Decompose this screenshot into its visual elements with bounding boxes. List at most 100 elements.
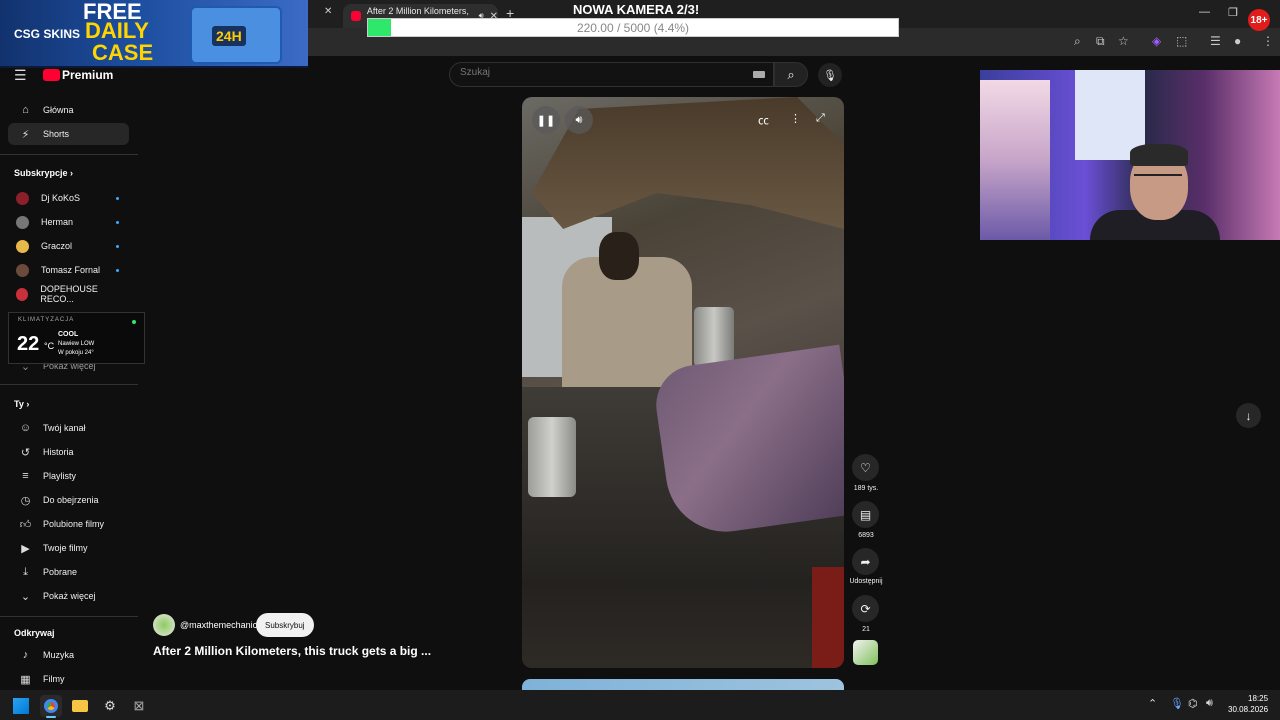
youtube-premium-logo[interactable]: Premium — [62, 68, 113, 82]
active-app-indicator — [46, 716, 56, 718]
more-options-icon[interactable]: ⋮ — [790, 112, 801, 125]
sidebar-item-label: Polubione filmy — [43, 519, 105, 529]
profile-avatar-icon[interactable]: ● — [1234, 34, 1241, 48]
close-tab-icon[interactable]: ✕ — [324, 6, 332, 17]
short-video-player[interactable] — [522, 97, 844, 668]
tray-chevron-icon[interactable]: ⌃ — [1148, 697, 1157, 710]
ac-weather-widget: KLIMATYZACJA 22 °C COOL Nawiew LOW W pok… — [8, 312, 145, 364]
goal-progress-bar: 220.00 / 5000 (4.4%) — [367, 18, 899, 37]
sidebar-divider — [0, 616, 138, 617]
minimize-icon[interactable]: — — [1199, 6, 1210, 18]
shorts-icon: ⚡︎ — [21, 128, 30, 141]
search-box[interactable] — [449, 62, 774, 87]
sidebar-item-label: Pokaż więcej — [43, 591, 96, 601]
next-short-button[interactable]: ↓ — [1236, 403, 1261, 428]
ad-banner[interactable]: CSG SKINS FREE DAILY CASE 24H — [0, 0, 308, 68]
you-heading-label: Ty — [14, 399, 24, 409]
sidebar-sub-item[interactable]: DOPEHOUSE RECO... — [8, 283, 129, 305]
extensions-puzzle-icon[interactable]: ⬚ — [1176, 34, 1187, 48]
clock-time[interactable]: 18:25 — [1248, 694, 1268, 703]
bookmark-star-icon[interactable]: ☆ — [1118, 34, 1129, 48]
like-button[interactable]: ♡ — [852, 454, 879, 481]
sidebar-item-playlists[interactable]: ≡ Playlisty — [8, 465, 129, 487]
subscriptions-heading[interactable]: Subskrypcje › — [14, 168, 73, 178]
app-icon: ⊠ — [133, 698, 145, 713]
sidebar-item-label: Playlisty — [43, 471, 77, 481]
channel-avatar[interactable] — [153, 614, 175, 636]
sidebar-item-music[interactable]: ♪ Muzyka — [8, 644, 129, 666]
video-frame — [528, 417, 576, 497]
sidebar-item-your-videos[interactable]: ▶ Twoje filmy — [8, 537, 129, 559]
restore-icon[interactable]: ❐ — [1228, 6, 1238, 19]
sidebar-item-history[interactable]: ↺ Historia — [8, 441, 129, 463]
comments-button[interactable]: ▤ — [852, 501, 879, 528]
chevron-down-icon: ⌄ — [20, 590, 31, 603]
widget-temperature: 22 — [17, 333, 40, 355]
arrow-down-icon: ↓ — [1245, 408, 1252, 423]
history-icon: ↺ — [20, 446, 31, 459]
music-icon: ♪ — [22, 649, 29, 661]
remix-button[interactable]: ⟳ — [852, 595, 879, 622]
keyboard-icon[interactable] — [753, 71, 765, 78]
channel-name[interactable]: @maxthemechanic — [180, 620, 257, 630]
short-title[interactable]: After 2 Million Kilometers, this truck g… — [153, 644, 431, 658]
sidebar-item-watch-later[interactable]: ◷ Do obejrzenia — [8, 489, 129, 511]
search-input[interactable] — [460, 67, 660, 78]
sidebar-sub-item[interactable]: Herman — [8, 211, 129, 233]
folder-icon — [72, 700, 88, 712]
subscribe-button[interactable]: Subskrybuj — [256, 613, 314, 637]
sidebar-sub-item[interactable]: Tomasz Fornal — [8, 259, 129, 281]
captions-icon[interactable]: ㏄ — [758, 112, 769, 128]
network-icon[interactable]: ⌬ — [1188, 697, 1198, 710]
sidebar-item-liked[interactable]: 👍︎ Polubione filmy — [8, 513, 129, 535]
video-frame — [651, 344, 844, 540]
extension-icon[interactable]: ◈ — [1152, 34, 1161, 48]
sidebar-sub-item[interactable]: Graczol — [8, 235, 129, 257]
sidebar-item-label: Historia — [43, 447, 74, 457]
hamburger-menu-icon[interactable]: ☰ — [14, 67, 27, 84]
taskbar-chrome[interactable] — [40, 695, 62, 717]
taskbar-app[interactable]: ⊠ — [128, 695, 150, 717]
subscriptions-heading-label: Subskrypcje — [14, 168, 68, 178]
you-heading[interactable]: Ty › — [14, 399, 29, 409]
taskbar-app[interactable]: ⚙ — [99, 695, 121, 717]
explore-heading: Odkrywaj — [14, 628, 55, 638]
sound-thumbnail[interactable] — [853, 640, 878, 665]
sidebar-item-label: Tomasz Fornal — [41, 265, 101, 275]
windows-logo-icon — [13, 698, 29, 714]
pause-button[interactable]: ❚❚ — [532, 106, 560, 134]
sidebar-item-show-more[interactable]: ⌄ Pokaż więcej — [8, 585, 129, 607]
tray-microphone-icon[interactable]: 🎙︎ — [1170, 697, 1184, 710]
widget-room-temp: W pokoju 24° — [58, 350, 94, 356]
clock-date[interactable]: 30.08.2026 — [1228, 705, 1268, 714]
heart-icon: ♡ — [860, 460, 871, 475]
taskbar-file-explorer[interactable] — [69, 695, 91, 717]
sidebar-item-shorts[interactable]: ⚡︎ Shorts — [8, 123, 129, 145]
sidebar-sub-item[interactable]: Dj KoKoS — [8, 187, 129, 209]
start-button[interactable] — [10, 695, 32, 717]
sidebar-item-films[interactable]: ▦ Filmy — [8, 668, 129, 690]
youtube-logo-icon[interactable] — [43, 69, 60, 81]
download-icon: ⤓ — [23, 565, 28, 578]
install-app-icon[interactable]: ⧉ — [1096, 34, 1105, 49]
channel-icon: ☺ — [19, 422, 32, 434]
like-icon: 👍︎ — [19, 518, 32, 531]
reading-list-icon[interactable]: ☰ — [1210, 34, 1221, 48]
youtube-favicon-icon — [351, 11, 361, 21]
webcam-overlay — [980, 70, 1280, 240]
tray-volume-icon[interactable]: 🔊︎ — [1206, 697, 1213, 710]
ad-brand: CSG SKINS — [14, 27, 81, 41]
fullscreen-icon[interactable]: ⤢ — [816, 112, 825, 125]
sidebar-item-your-channel[interactable]: ☺ Twój kanał — [8, 417, 129, 439]
sidebar-item-home[interactable]: ⌂ Główna — [8, 99, 129, 121]
sidebar-item-downloads[interactable]: ⤓ Pobrane — [8, 561, 129, 583]
volume-button[interactable]: 🔊︎ — [565, 106, 593, 134]
search-button[interactable]: ⌕ — [774, 62, 808, 87]
sidebar-item-label: Twoje filmy — [43, 543, 88, 553]
sidebar-item-label: Główna — [43, 105, 74, 115]
voice-search-button[interactable]: 🎙︎ — [818, 63, 842, 87]
share-button[interactable]: ➦ — [852, 548, 879, 575]
zoom-icon[interactable]: ⌕ — [1074, 34, 1081, 49]
chrome-icon — [44, 699, 58, 713]
browser-menu-icon[interactable]: ⋮ — [1262, 34, 1274, 48]
